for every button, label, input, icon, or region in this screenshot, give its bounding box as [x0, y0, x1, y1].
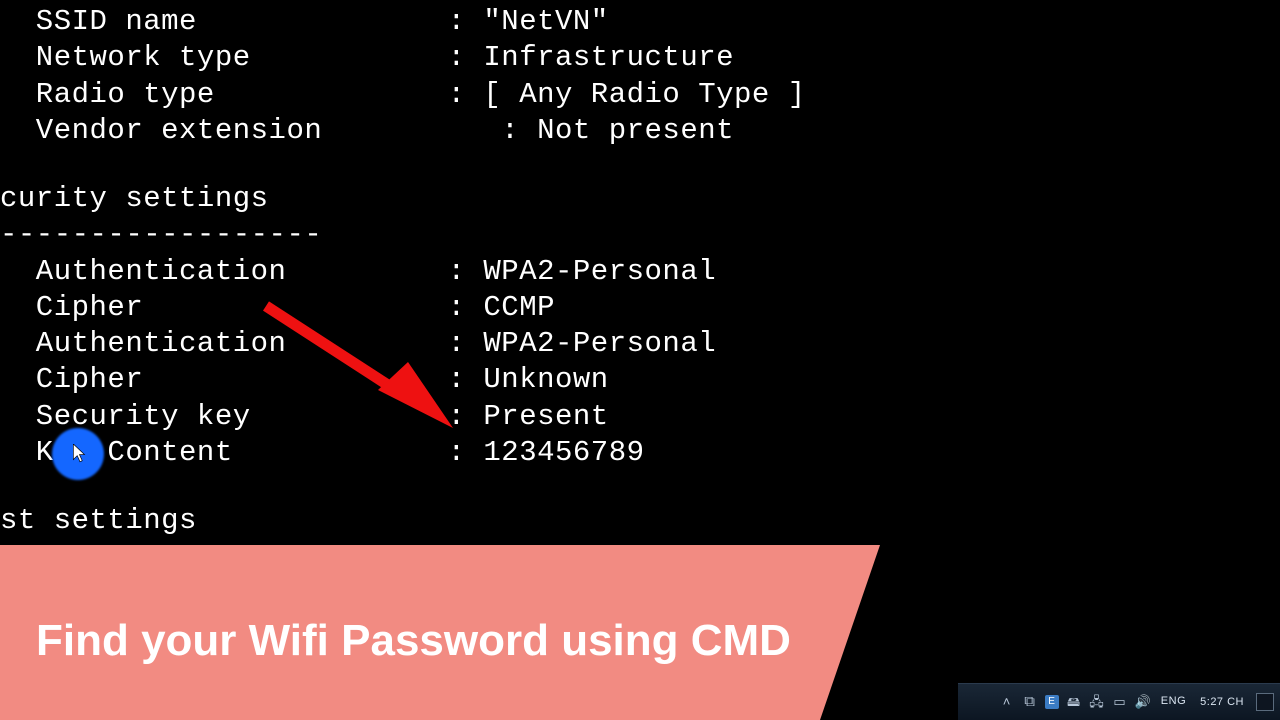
- value: Unknown: [483, 363, 608, 396]
- battery-icon[interactable]: ▭: [1112, 694, 1128, 710]
- sep: :: [286, 255, 483, 288]
- arrow-annotation-icon: [258, 298, 468, 448]
- label: Cipher: [0, 291, 143, 324]
- label: Cipher: [0, 363, 143, 396]
- banner-text: Find your Wifi Password using CMD: [36, 613, 791, 668]
- connectivity-block: SSID name : "NetVN" Network type : Infra…: [0, 0, 1280, 149]
- system-tray[interactable]: ˄ ⧉ E 🖴 🖧 ▭ 🔊: [999, 694, 1151, 710]
- value: "NetVN": [483, 5, 608, 38]
- tray-overflow-icon[interactable]: ˄: [999, 694, 1015, 710]
- security-settings-block: curity settings ------------------ Authe…: [0, 181, 1280, 471]
- label: Security key: [0, 400, 251, 433]
- sep: :: [215, 78, 484, 111]
- row-vendor-ext: Vendor extension : Not present: [0, 113, 1280, 149]
- label: Network type: [0, 41, 251, 74]
- terminal-window: SSID name : "NetVN" Network type : Infra…: [0, 0, 1280, 720]
- label: Radio type: [0, 78, 215, 111]
- row-auth-2: Authentication : WPA2-Personal: [0, 326, 1280, 362]
- clock-time: 5:27 CH: [1200, 696, 1244, 708]
- network-icon[interactable]: 🖧: [1089, 694, 1105, 710]
- row-cipher-1: Cipher : CCMP: [0, 290, 1280, 326]
- row-cipher-2: Cipher : Unknown: [0, 362, 1280, 398]
- label: Authentication: [0, 327, 286, 360]
- cursor-pointer-icon: [73, 444, 87, 464]
- value: Infrastructure: [483, 41, 734, 74]
- row-auth-1: Authentication : WPA2-Personal: [0, 254, 1280, 290]
- value: CCMP: [483, 291, 555, 324]
- volume-icon[interactable]: 🔊: [1135, 694, 1151, 710]
- section-header-security: curity settings: [0, 181, 1280, 217]
- label: Key Content: [0, 436, 233, 469]
- action-center-icon[interactable]: [1256, 693, 1274, 711]
- safely-remove-icon[interactable]: 🖴: [1066, 694, 1082, 710]
- section-header-cost: st settings: [0, 503, 1280, 539]
- value: WPA2-Personal: [483, 327, 716, 360]
- value: WPA2-Personal: [483, 255, 716, 288]
- label: SSID name: [0, 5, 197, 38]
- dropbox-icon[interactable]: ⧉: [1022, 694, 1038, 710]
- value: 123456789: [483, 436, 644, 469]
- row-ssid: SSID name : "NetVN": [0, 4, 1280, 40]
- value: [ Any Radio Type ]: [483, 78, 805, 111]
- cost-settings-block: st settings: [0, 503, 1280, 539]
- row-security-key: Security key : Present: [0, 399, 1280, 435]
- language-indicator[interactable]: ENG: [1159, 695, 1188, 709]
- label: Vendor extension: [0, 114, 322, 147]
- row-network-type: Network type : Infrastructure: [0, 40, 1280, 76]
- value: Present: [483, 400, 608, 433]
- section-rule: ------------------: [0, 217, 1280, 253]
- tray-clock[interactable]: 5:27 CH: [1196, 696, 1248, 708]
- sep: :: [251, 41, 484, 74]
- value: Not present: [537, 114, 734, 147]
- taskbar[interactable]: ˄ ⧉ E 🖴 🖧 ▭ 🔊 ENG 5:27 CH: [958, 683, 1280, 720]
- row-radio-type: Radio type : [ Any Radio Type ]: [0, 77, 1280, 113]
- app-icon[interactable]: E: [1045, 695, 1059, 709]
- sep: :: [197, 5, 483, 38]
- row-key-content: Key Content : 123456789: [0, 435, 1280, 471]
- sep: :: [322, 114, 537, 147]
- label: Authentication: [0, 255, 286, 288]
